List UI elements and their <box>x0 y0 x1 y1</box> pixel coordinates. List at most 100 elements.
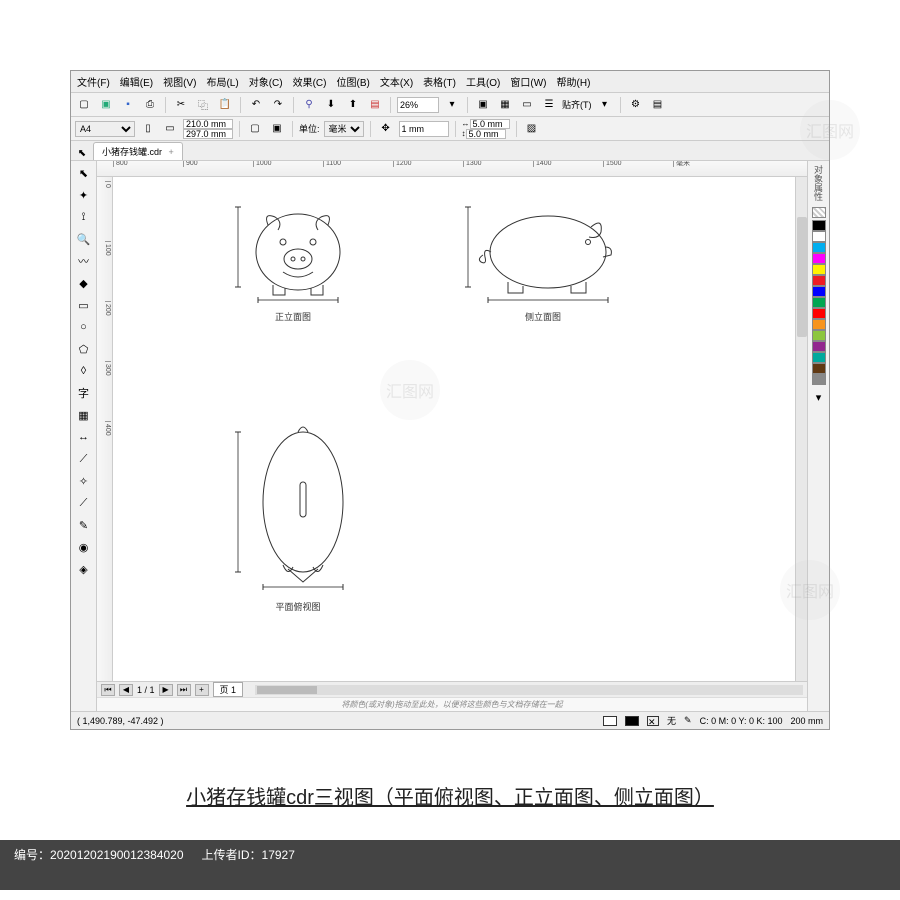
color-swatch[interactable] <box>812 319 826 330</box>
color-swatch[interactable] <box>812 231 826 242</box>
sidebar-label[interactable]: 对象属性 <box>812 165 825 201</box>
ruler-horizontal[interactable]: 800900100011001200130014001500毫米 <box>97 161 807 177</box>
pen-icon: ✎ <box>684 715 692 726</box>
scrollbar-horizontal[interactable] <box>255 685 803 695</box>
menu-help[interactable]: 帮助(H) <box>557 74 591 89</box>
nudge-input[interactable] <box>399 121 449 137</box>
interactive-tool-icon[interactable]: ✧ <box>74 471 94 491</box>
launcher-icon[interactable]: ▤ <box>649 96 667 114</box>
copy-icon[interactable]: ⿻ <box>194 96 212 114</box>
menu-window[interactable]: 窗口(W) <box>510 74 546 89</box>
snap-label[interactable]: 贴齐(T) <box>562 98 592 111</box>
color-swatch[interactable] <box>812 220 826 231</box>
undo-icon[interactable]: ↶ <box>247 96 265 114</box>
next-page-icon[interactable]: ▶ <box>159 684 173 696</box>
menu-tools[interactable]: 工具(O) <box>466 74 500 89</box>
paste-icon[interactable]: 📋 <box>216 96 234 114</box>
eyedropper-tool-icon[interactable]: ⟋ <box>74 493 94 513</box>
color-swatch[interactable] <box>812 363 826 374</box>
snap-dropdown-icon[interactable]: ▾ <box>596 96 614 114</box>
page-height-input[interactable] <box>183 129 233 139</box>
color-swatch[interactable] <box>812 253 826 264</box>
color-swatch[interactable] <box>812 275 826 286</box>
units-select[interactable]: 毫米 <box>324 121 364 137</box>
ellipse-tool-icon[interactable]: ○ <box>74 317 94 337</box>
menu-layout[interactable]: 布局(L) <box>206 74 238 89</box>
options-icon[interactable]: ⚙ <box>627 96 645 114</box>
color-swatch[interactable] <box>812 242 826 253</box>
menu-table[interactable]: 表格(T) <box>423 74 456 89</box>
polygon-tool-icon[interactable]: ⬠ <box>74 339 94 359</box>
paper-select[interactable]: A4 <box>75 121 135 137</box>
document-tab[interactable]: 小猪存钱罐.cdr + <box>93 142 183 160</box>
search-icon[interactable]: ⚲ <box>300 96 318 114</box>
menu-effects[interactable]: 效果(C) <box>293 74 327 89</box>
zoom-dropdown-icon[interactable]: ▾ <box>443 96 461 114</box>
last-page-icon[interactable]: ⏭ <box>177 684 191 696</box>
basic-shapes-tool-icon[interactable]: ◊ <box>74 361 94 381</box>
current-page-icon[interactable]: ▣ <box>268 120 286 138</box>
guides-icon[interactable]: ▭ <box>518 96 536 114</box>
publish-icon[interactable]: ▤ <box>366 96 384 114</box>
first-page-icon[interactable]: ⏮ <box>101 684 115 696</box>
ruler-vertical[interactable]: 0100200300400 <box>97 177 113 681</box>
tab-add-icon[interactable]: + <box>169 147 174 157</box>
cut-icon[interactable]: ✂ <box>172 96 190 114</box>
fill-tool-icon[interactable]: ◉ <box>74 537 94 557</box>
smart-fill-tool-icon[interactable]: ◆ <box>74 273 94 293</box>
snap-icon[interactable]: ☰ <box>540 96 558 114</box>
page-tab[interactable]: 页 1 <box>213 682 244 697</box>
fullscreen-icon[interactable]: ▣ <box>474 96 492 114</box>
freehand-tool-icon[interactable]: 〰 <box>74 251 94 271</box>
connector-tool-icon[interactable]: ⟋ <box>74 449 94 469</box>
scrollbar-vertical[interactable] <box>795 177 807 681</box>
open-icon[interactable]: ▣ <box>97 96 115 114</box>
color-swatch[interactable] <box>812 341 826 352</box>
color-swatch[interactable] <box>812 308 826 319</box>
meta-id-label: 编号： <box>14 848 50 862</box>
menu-edit[interactable]: 编辑(E) <box>120 74 153 89</box>
interactive-fill-tool-icon[interactable]: ◈ <box>74 559 94 579</box>
rectangle-tool-icon[interactable]: ▭ <box>74 295 94 315</box>
menu-file[interactable]: 文件(F) <box>77 74 110 89</box>
drawing-canvas[interactable]: 正立面图 <box>113 177 807 681</box>
text-tool-icon[interactable]: 字 <box>74 383 94 403</box>
export-icon[interactable]: ⬆ <box>344 96 362 114</box>
palette-scroll-down-icon[interactable]: ▾ <box>809 387 829 407</box>
swatch-none[interactable] <box>812 207 826 218</box>
page-width-input[interactable] <box>183 119 233 129</box>
orientation-portrait-icon[interactable]: ▯ <box>139 120 157 138</box>
color-swatch[interactable] <box>812 374 826 385</box>
crop-tool-icon[interactable]: ⟟ <box>74 207 94 227</box>
color-swatch[interactable] <box>812 352 826 363</box>
pick-tool-icon[interactable]: ⬉ <box>74 163 94 183</box>
grid-icon[interactable]: ▦ <box>496 96 514 114</box>
color-swatch[interactable] <box>812 264 826 275</box>
table-tool-icon[interactable]: ▦ <box>74 405 94 425</box>
new-icon[interactable]: ▢ <box>75 96 93 114</box>
dimension-tool-icon[interactable]: ↔ <box>74 427 94 447</box>
print-icon[interactable]: ⎙ <box>141 96 159 114</box>
shape-tool-icon[interactable]: ✦ <box>74 185 94 205</box>
zoom-input[interactable] <box>397 97 439 113</box>
all-pages-icon[interactable]: ▢ <box>246 120 264 138</box>
zoom-tool-icon[interactable]: 🔍 <box>74 229 94 249</box>
menu-bitmap[interactable]: 位图(B) <box>336 74 369 89</box>
menu-view[interactable]: 视图(V) <box>163 74 196 89</box>
dup-x-input[interactable] <box>470 119 510 129</box>
import-icon[interactable]: ⬇ <box>322 96 340 114</box>
color-swatch[interactable] <box>812 286 826 297</box>
pick-tool-tab-icon[interactable]: ⬉ <box>75 146 89 160</box>
dup-y-input[interactable] <box>466 129 506 139</box>
menu-text[interactable]: 文本(X) <box>380 74 413 89</box>
menu-object[interactable]: 对象(C) <box>249 74 283 89</box>
save-icon[interactable]: ▪ <box>119 96 137 114</box>
color-swatch[interactable] <box>812 297 826 308</box>
orientation-landscape-icon[interactable]: ▭ <box>161 120 179 138</box>
treat-as-filled-icon[interactable]: ▨ <box>523 120 541 138</box>
prev-page-icon[interactable]: ◀ <box>119 684 133 696</box>
outline-tool-icon[interactable]: ✎ <box>74 515 94 535</box>
redo-icon[interactable]: ↷ <box>269 96 287 114</box>
color-swatch[interactable] <box>812 330 826 341</box>
add-page-icon[interactable]: + <box>195 684 209 696</box>
